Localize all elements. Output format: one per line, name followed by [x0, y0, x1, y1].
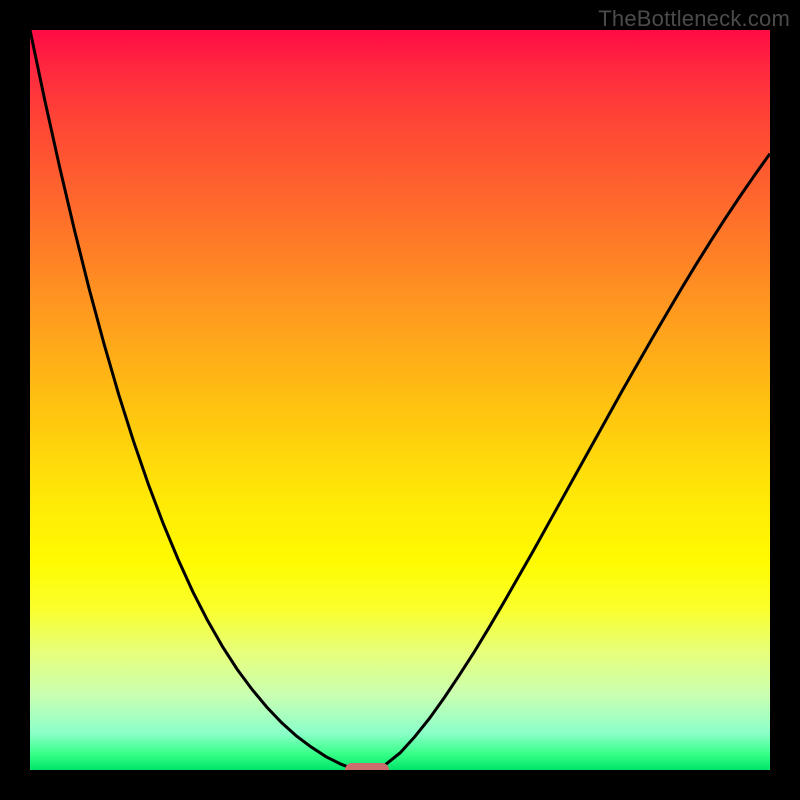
chart-frame: TheBottleneck.com	[0, 0, 800, 800]
bottleneck-curve	[30, 30, 770, 770]
curve-layer	[30, 30, 770, 770]
watermark-text: TheBottleneck.com	[598, 6, 790, 32]
plot-area	[30, 30, 770, 770]
optimal-range-marker	[345, 763, 389, 770]
